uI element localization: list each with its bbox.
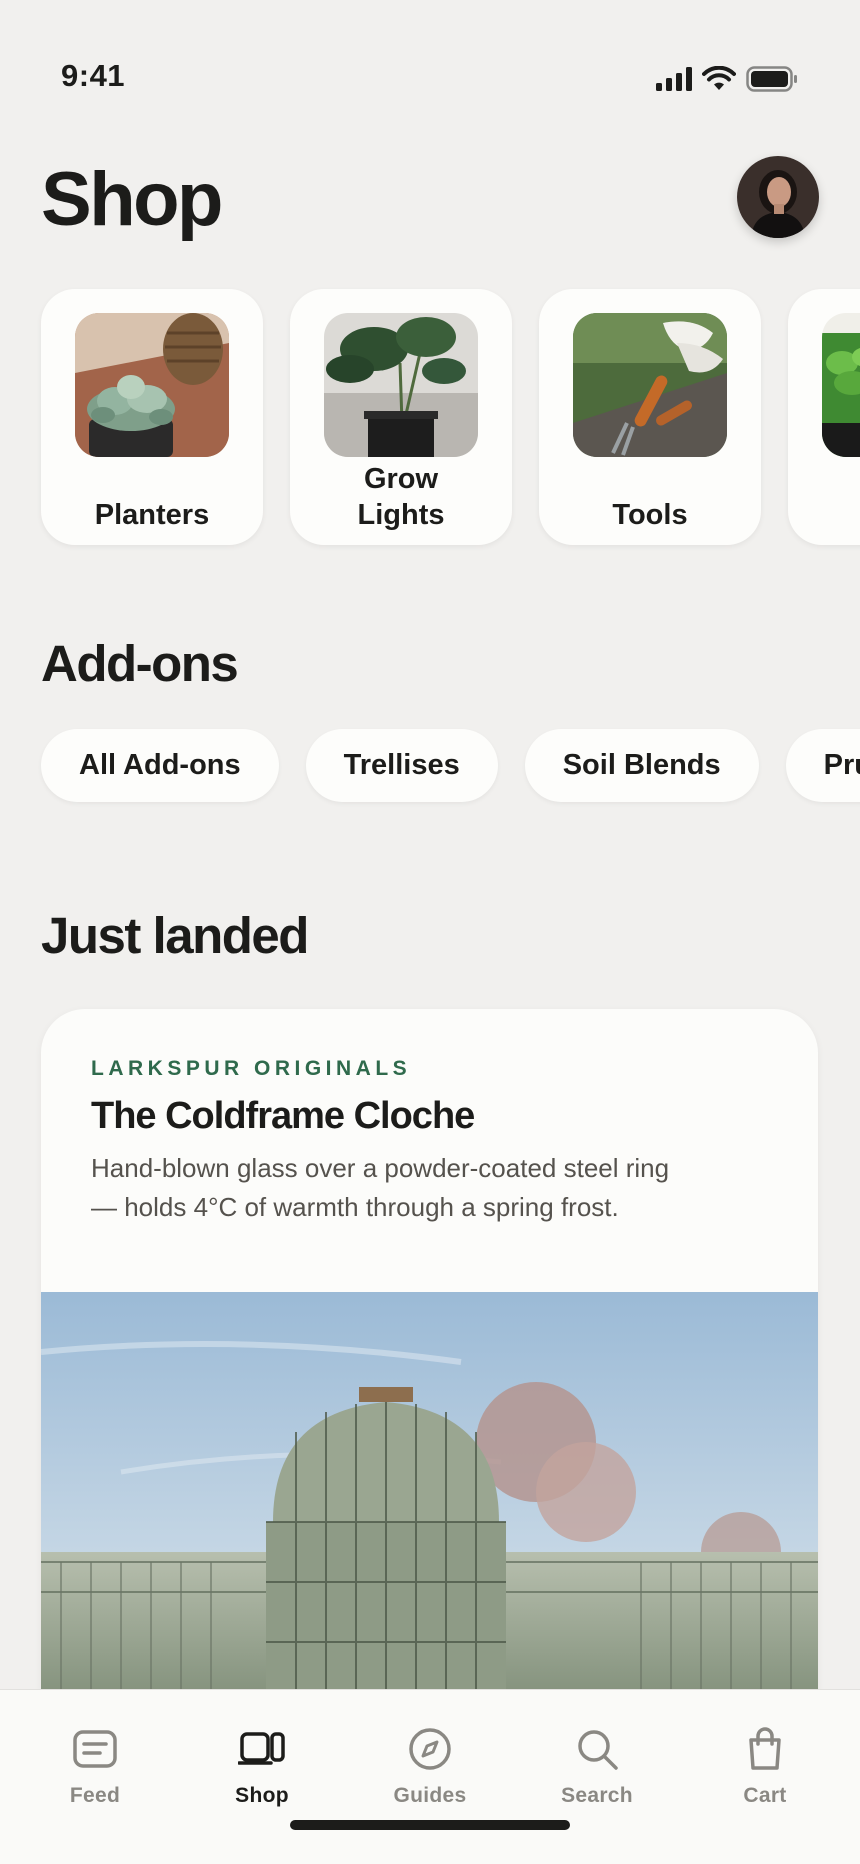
grow-lights-thumbnail (324, 313, 478, 457)
category-label: S (788, 497, 860, 533)
avatar[interactable] (737, 156, 819, 238)
category-label: Grow Lights (357, 463, 445, 531)
category-carousel[interactable]: Planters Grow Lights Tools (41, 289, 860, 545)
chip-all-addons[interactable]: All Add-ons (41, 729, 279, 802)
wifi-icon (702, 66, 736, 90)
signal-icon (656, 67, 692, 91)
addons-filter-chips[interactable]: All Add-ons Trellises Soil Blends Pru (41, 729, 860, 802)
status-icons (656, 66, 798, 92)
feed-icon (73, 1730, 117, 1768)
page-title: Shop (41, 157, 223, 242)
category-card-grow-lights[interactable]: Grow Lights (290, 289, 512, 545)
just-landed-title: Just landed (41, 907, 309, 964)
tab-feed[interactable]: Feed (25, 1726, 165, 1808)
category-card-planters[interactable]: Planters (41, 289, 263, 545)
tab-shop[interactable]: Shop (192, 1726, 332, 1808)
tab-search[interactable]: Search (527, 1726, 667, 1808)
search-icon (578, 1730, 618, 1770)
status-time: 9:41 (61, 58, 126, 93)
category-label: Tools (612, 499, 688, 531)
home-indicator (290, 1820, 570, 1830)
product-name: The Coldframe Cloche (91, 1095, 475, 1137)
addons-title: Add-ons (41, 635, 239, 692)
category-label: Planters (94, 499, 210, 531)
chip-pruning[interactable]: Pru (785, 729, 860, 802)
compass-icon (409, 1728, 451, 1770)
chip-soil-blends[interactable]: Soil Blends (524, 729, 759, 802)
battery-icon (746, 66, 797, 92)
seeds-thumbnail (822, 313, 860, 457)
product-description: Hand-blown glass over a powder-coated st… (91, 1153, 670, 1222)
tools-thumbnail (573, 313, 727, 457)
planters-thumbnail (75, 313, 229, 457)
tab-bar: Feed Shop Guides Search Cart (0, 1689, 860, 1864)
category-card-seeds[interactable]: S (788, 289, 860, 545)
shop-icon (238, 1732, 285, 1765)
tab-cart[interactable]: Cart (695, 1726, 835, 1808)
category-card-tools[interactable]: Tools (539, 289, 761, 545)
product-brand: LARKSPUR ORIGINALS (91, 1057, 412, 1080)
product-image-greenhouse (41, 1292, 818, 1726)
tab-guides[interactable]: Guides (360, 1726, 500, 1808)
shop-screen: 9:41 Shop Planters Grow Lights Tools Add… (0, 0, 860, 1864)
chip-trellises[interactable]: Trellises (305, 729, 498, 802)
bag-icon (749, 1727, 781, 1770)
